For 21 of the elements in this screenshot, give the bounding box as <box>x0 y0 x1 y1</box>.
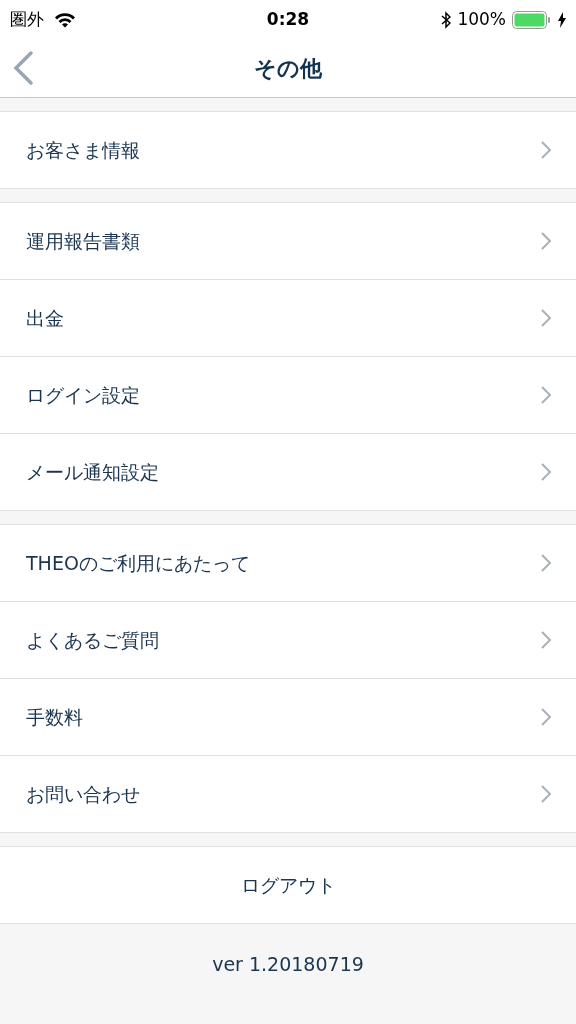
carrier-text: 圏外 <box>10 8 44 32</box>
chevron-icon <box>540 308 552 328</box>
chevron-icon <box>540 385 552 405</box>
battery-icon <box>512 10 552 30</box>
back-button[interactable] <box>12 50 34 86</box>
version-text: ver 1.20180719 <box>212 952 364 977</box>
charging-icon <box>558 12 566 28</box>
back-icon <box>12 50 34 86</box>
clock-text: 0:28 <box>266 8 310 32</box>
page-title: その他 <box>254 55 322 83</box>
chevron-icon <box>540 630 552 650</box>
chevron-icon <box>540 707 552 727</box>
bluetooth-icon <box>441 11 452 29</box>
chevron-icon <box>540 140 552 160</box>
chevron-icon <box>540 784 552 804</box>
battery-percent: 100% <box>457 8 506 32</box>
wifi-icon <box>54 12 76 28</box>
logout-button[interactable]: ログアウト <box>0 847 576 924</box>
chevron-icon <box>540 462 552 482</box>
chevron-icon <box>540 231 552 251</box>
chevron-icon <box>540 553 552 573</box>
